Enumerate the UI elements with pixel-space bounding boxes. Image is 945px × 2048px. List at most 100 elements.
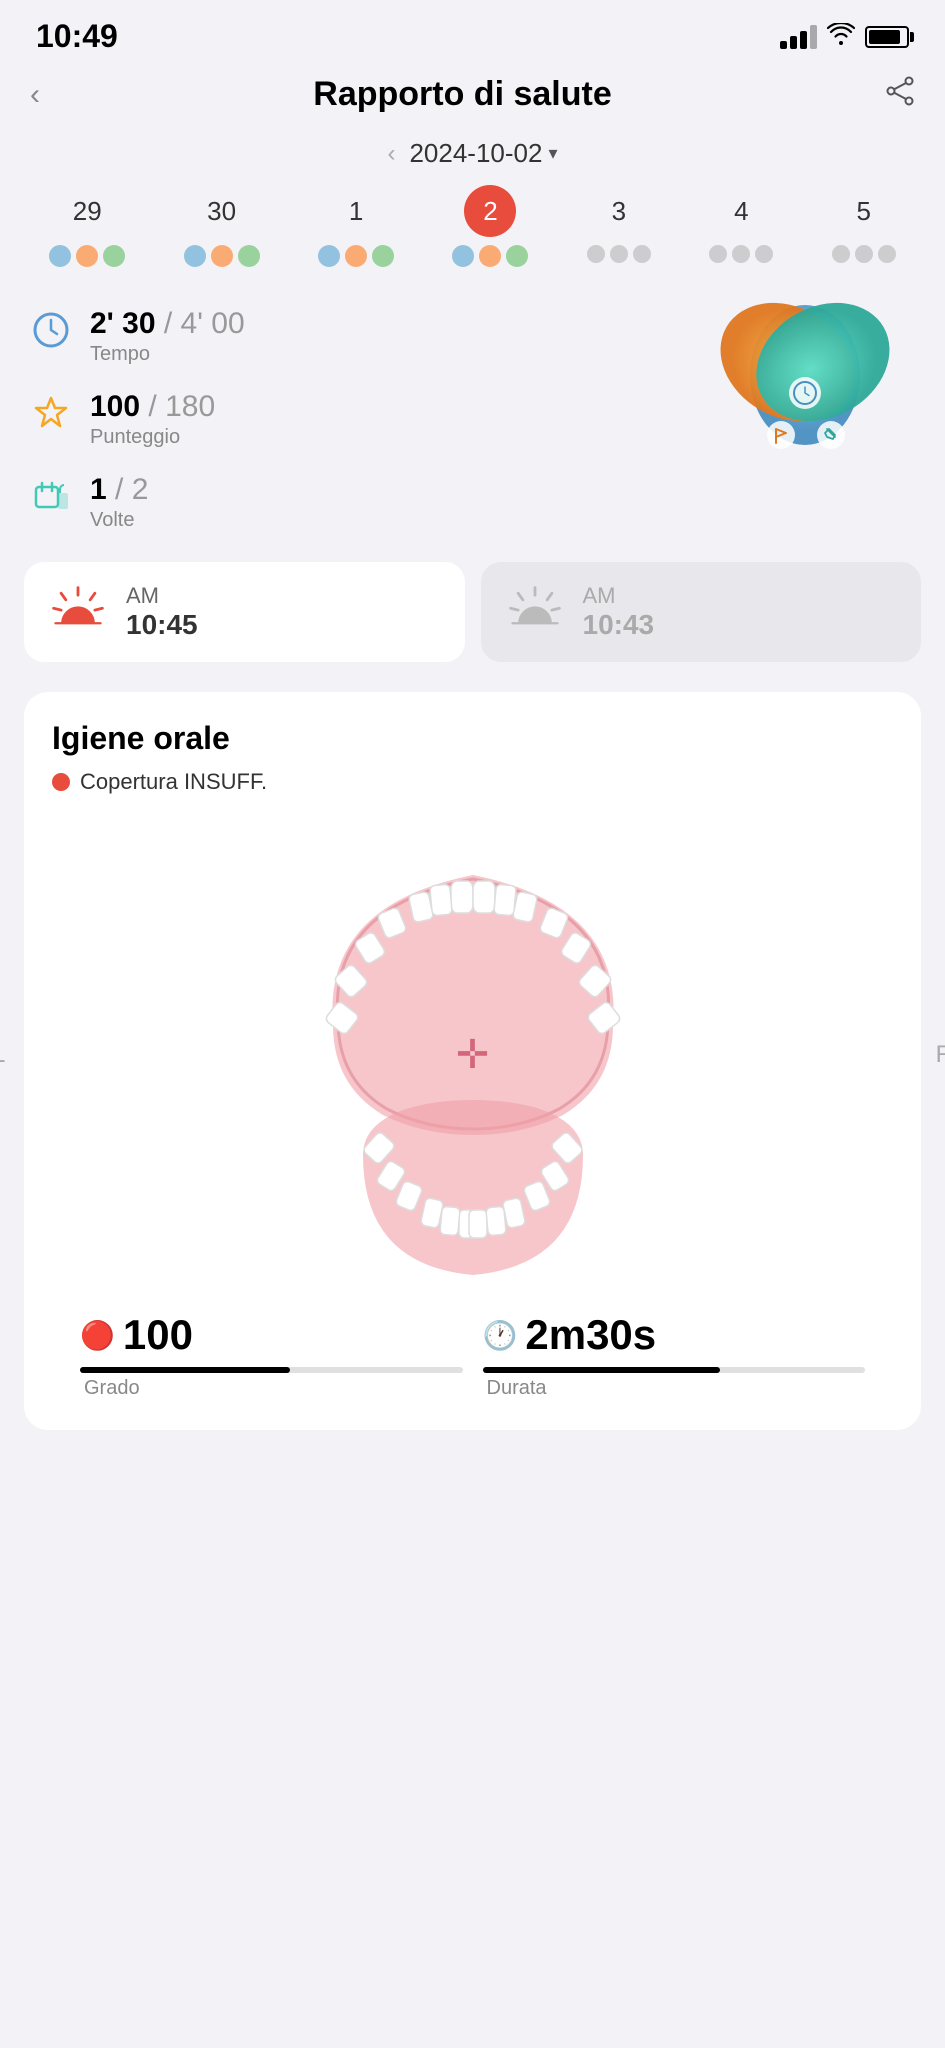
bubble-gray — [832, 245, 850, 263]
calendar-day-3[interactable]: 3 — [587, 185, 651, 267]
stat-sessions-row: 1 / 2 Volte — [30, 473, 675, 532]
bubble-gray — [709, 245, 727, 263]
left-side-label: L — [0, 1041, 5, 1069]
bubble-gray — [732, 245, 750, 263]
bubble-gray — [855, 245, 873, 263]
back-button[interactable]: ‹ — [30, 78, 40, 112]
stat-sessions-label: Volte — [90, 509, 148, 532]
bubble-gray — [755, 245, 773, 263]
grade-progress-bar — [80, 1367, 463, 1373]
duration-progress-bar — [483, 1367, 866, 1373]
date-selector[interactable]: 2024-10-02 ▾ — [409, 138, 557, 169]
bubble-orange — [211, 245, 233, 267]
stat-sessions-value: 1 / 2 — [90, 473, 148, 507]
day-number: 5 — [838, 185, 890, 237]
session-time-2: 10:43 — [583, 609, 655, 641]
duration-stat: 🕐 2m30s Durata — [483, 1311, 866, 1400]
stat-time-content: 2' 30 / 4' 00 Tempo — [90, 307, 245, 366]
status-icons — [780, 23, 909, 51]
page-title: Rapporto di salute — [313, 75, 611, 114]
hygiene-status: Copertura INSUFF. — [52, 769, 893, 795]
bottom-stats: 🔴 100 Grado 🕐 2m30s Durata — [52, 1295, 893, 1410]
session-time-block-1: AM 10:45 — [126, 583, 198, 641]
duration-progress-fill — [483, 1367, 720, 1373]
duration-label: Durata — [483, 1377, 547, 1400]
grade-value-row: 🔴 100 — [80, 1311, 193, 1359]
stat-score-content: 100 / 180 Punteggio — [90, 390, 215, 449]
stat-score-row: 100 / 180 Punteggio — [30, 390, 675, 449]
stat-time-row: 2' 30 / 4' 00 Tempo — [30, 307, 675, 366]
header: ‹ Rapporto di salute — [0, 65, 945, 134]
session-time-1: 10:45 — [126, 609, 198, 641]
stat-time-value: 2' 30 / 4' 00 — [90, 307, 245, 341]
score-icon — [30, 392, 72, 434]
stat-score-label: Punteggio — [90, 426, 215, 449]
day-number: 29 — [61, 185, 113, 237]
sessions-icon — [30, 475, 72, 517]
bubble-blue — [452, 245, 474, 267]
time-icon — [30, 309, 72, 351]
calendar-day-29[interactable]: 29 — [49, 185, 125, 267]
day-bubbles — [587, 245, 651, 263]
bubble-teal — [238, 245, 260, 267]
session-time-block-2: AM 10:43 — [583, 583, 655, 641]
bubble-gray — [633, 245, 651, 263]
bubble-teal — [506, 245, 528, 267]
stat-sessions-content: 1 / 2 Volte — [90, 473, 148, 532]
bubble-orange — [479, 245, 501, 267]
session-period-1: AM — [126, 583, 198, 609]
signal-icon — [780, 25, 817, 49]
petal-svg — [695, 297, 915, 517]
grade-stat: 🔴 100 Grado — [80, 1311, 463, 1400]
day-bubbles — [452, 245, 528, 267]
session-card-am1[interactable]: AM 10:45 — [24, 562, 465, 662]
duration-value-row: 🕐 2m30s — [483, 1311, 657, 1359]
duration-number: 2m30s — [525, 1311, 656, 1359]
bubble-blue — [184, 245, 206, 267]
bubble-orange — [76, 245, 98, 267]
calendar-day-30[interactable]: 30 — [184, 185, 260, 267]
stats-list: 2' 30 / 4' 00 Tempo 100 / 180 Punteggio — [30, 297, 675, 532]
calendar-day-1[interactable]: 1 — [318, 185, 394, 267]
bubble-blue — [318, 245, 340, 267]
bubble-gray — [587, 245, 605, 263]
coverage-status-text: Copertura INSUFF. — [80, 769, 267, 795]
day-bubbles — [49, 245, 125, 267]
grade-label: Grado — [80, 1377, 140, 1400]
bubble-gray — [610, 245, 628, 263]
teeth-diagram-container[interactable]: L R ✛ — [52, 815, 893, 1295]
date-prev-button[interactable]: ‹ — [387, 140, 395, 168]
day-bubbles — [184, 245, 260, 267]
day-number: 1 — [330, 185, 382, 237]
status-time: 10:49 — [36, 18, 118, 55]
day-number: 30 — [196, 185, 248, 237]
day-number: 4 — [715, 185, 767, 237]
session-card-am2[interactable]: AM 10:43 — [481, 562, 922, 662]
bubble-blue — [49, 245, 71, 267]
right-side-label: R — [936, 1041, 945, 1069]
day-bubbles — [318, 245, 394, 267]
sun-inactive-icon — [505, 582, 565, 642]
calendar-day-2-active[interactable]: 2 — [452, 185, 528, 267]
day-bubbles — [832, 245, 896, 263]
calendar-day-5[interactable]: 5 — [832, 185, 896, 267]
share-button[interactable] — [885, 76, 915, 113]
sun-active-icon — [48, 582, 108, 642]
stat-time-label: Tempo — [90, 343, 245, 366]
bubble-gray — [878, 245, 896, 263]
hygiene-card: Igiene orale Copertura INSUFF. L R ✛ — [24, 692, 921, 1430]
bubble-orange — [345, 245, 367, 267]
status-indicator-dot — [52, 773, 70, 791]
date-navigation: ‹ 2024-10-02 ▾ — [0, 134, 945, 185]
grade-progress-fill — [80, 1367, 290, 1373]
calendar-day-4[interactable]: 4 — [709, 185, 773, 267]
day-number: 3 — [593, 185, 645, 237]
status-bar: 10:49 — [0, 0, 945, 65]
duration-icon: 🕐 — [483, 1319, 518, 1352]
day-number-active: 2 — [464, 185, 516, 237]
petal-diagram — [695, 297, 915, 517]
grade-icon: 🔴 — [80, 1319, 115, 1352]
grade-number: 100 — [123, 1311, 193, 1359]
session-cards: AM 10:45 AM 10:43 — [0, 552, 945, 682]
teeth-crosshair: ✛ — [456, 1032, 490, 1078]
